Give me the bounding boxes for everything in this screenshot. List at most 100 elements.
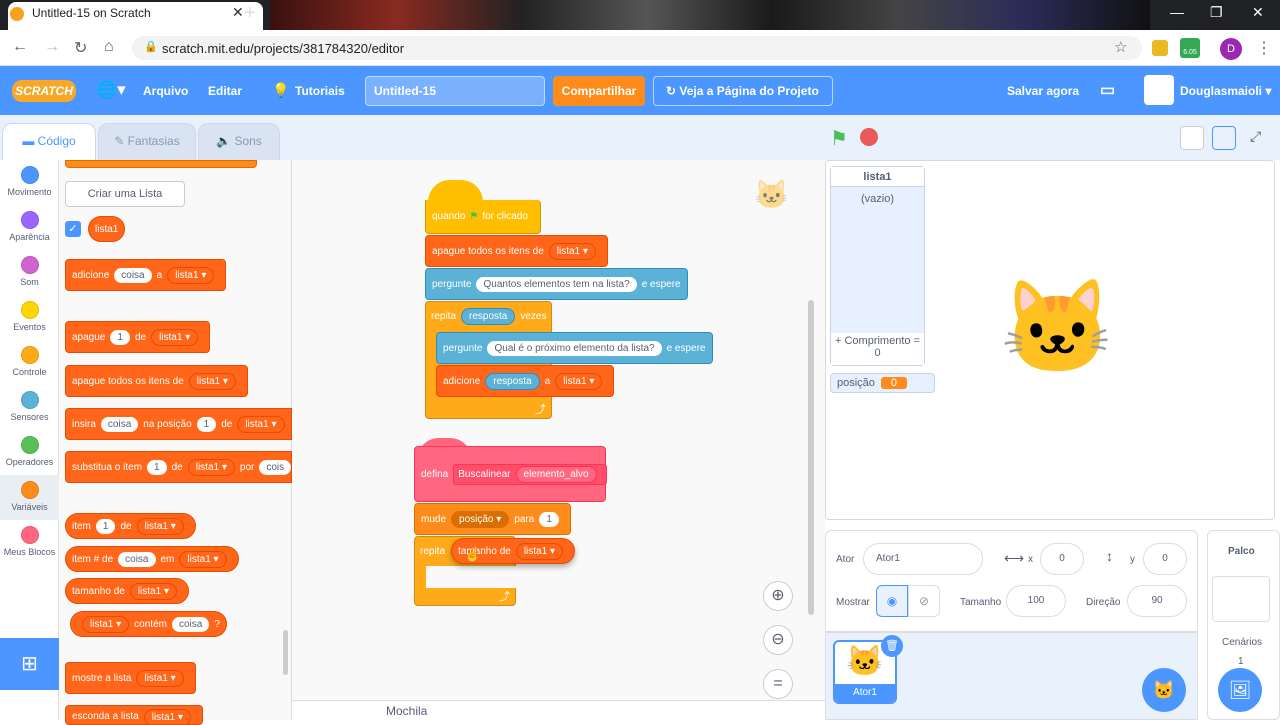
- insert-at-block[interactable]: insira coisa na posição 1 de lista1 ▾: [65, 408, 292, 440]
- stop-button[interactable]: [860, 128, 878, 146]
- size-input[interactable]: 100: [1006, 585, 1066, 617]
- bookmark-star-icon[interactable]: ☆: [1114, 38, 1127, 56]
- workspace-scrollbar[interactable]: [808, 300, 814, 615]
- zoom-in-button[interactable]: ⊕: [763, 581, 793, 611]
- add-sprite-button[interactable]: 🐱: [1142, 668, 1186, 712]
- define-block[interactable]: defina Buscalinear elemento_alvo: [414, 446, 607, 502]
- category-variáveis[interactable]: Variáveis: [0, 475, 59, 520]
- banner-image: [270, 0, 1150, 30]
- x-label: x: [1028, 554, 1033, 565]
- profile-avatar[interactable]: D: [1220, 38, 1242, 60]
- category-eventos[interactable]: Eventos: [0, 295, 59, 340]
- delete-all-block[interactable]: apague todos os itens de lista1 ▾: [65, 365, 248, 397]
- x-arrows-icon: ⟷: [1004, 550, 1025, 566]
- item-of-list-reporter[interactable]: item 1 de lista1 ▾: [65, 513, 196, 539]
- project-title-input[interactable]: Untitled-15: [365, 76, 545, 106]
- set-variable-block[interactable]: mude posição ▾ para 1: [414, 503, 571, 535]
- category-controle[interactable]: Controle: [0, 340, 59, 385]
- category-aparência[interactable]: Aparência: [0, 205, 59, 250]
- share-button[interactable]: Compartilhar: [553, 76, 645, 106]
- repeat-2-arrow-icon: ⤴: [499, 591, 510, 603]
- category-movimento[interactable]: Movimento: [0, 160, 59, 205]
- category-label: Variáveis: [11, 502, 48, 512]
- scratch-logo[interactable]: SCRATCH: [12, 80, 76, 102]
- small-stage-button[interactable]: [1180, 126, 1204, 150]
- see-project-label: Veja a Página do Projeto: [679, 84, 819, 98]
- tab-title: Untitled-15 on Scratch: [32, 6, 151, 20]
- list-reporter-block[interactable]: lista1: [88, 216, 126, 242]
- save-now-button[interactable]: Salvar agora: [1007, 84, 1079, 98]
- category-dot-icon: [20, 481, 39, 499]
- zoom-out-button[interactable]: ⊖: [763, 625, 793, 655]
- when-flag-clicked-block[interactable]: quando ⚑ for clicado: [425, 200, 541, 234]
- tutorials-button[interactable]: Tutoriais: [295, 84, 345, 98]
- add-extension-button[interactable]: ⊞: [0, 638, 59, 690]
- ask-and-wait-block[interactable]: pergunte Quantos elementos tem na lista? e…: [425, 268, 688, 300]
- add-backdrop-button[interactable]: 🖼: [1218, 668, 1262, 712]
- new-tab-icon[interactable]: +: [244, 2, 256, 25]
- file-menu[interactable]: Arquivo: [143, 84, 188, 98]
- list-empty-label: (vazio): [860, 193, 894, 205]
- tab-sounds[interactable]: 🔈 Sons: [198, 123, 280, 160]
- home-icon[interactable]: ⌂: [104, 38, 114, 56]
- category-dot-icon: [20, 256, 39, 274]
- tab-code[interactable]: ▬ Código: [2, 123, 96, 160]
- list-checkbox[interactable]: ✓: [65, 221, 81, 237]
- sprite-name-input[interactable]: Ator1: [863, 543, 983, 575]
- direction-input[interactable]: 90: [1127, 585, 1187, 617]
- minimize-icon[interactable]: —: [1170, 4, 1184, 20]
- delete-all-items-block[interactable]: apague todos os itens de lista1 ▾: [425, 235, 608, 267]
- length-of-list-reporter[interactable]: tamanho de lista1 ▾: [65, 578, 189, 604]
- username[interactable]: Douglasmaioli ▾: [1180, 84, 1271, 98]
- zoom-reset-button[interactable]: =: [763, 669, 793, 699]
- user-avatar[interactable]: [1144, 75, 1174, 105]
- maximize-icon[interactable]: ❐: [1210, 4, 1223, 21]
- y-arrows-icon: ↕: [1106, 548, 1113, 564]
- url-text: scratch.mit.edu/projects/381784320/edito…: [162, 41, 405, 56]
- show-list-block[interactable]: mostre a lista lista1 ▾: [65, 662, 196, 694]
- palette-scrollbar[interactable]: [283, 630, 288, 675]
- hide-list-block[interactable]: esconda a lista lista1 ▾: [65, 705, 203, 725]
- window-close-icon[interactable]: ✕: [1252, 4, 1264, 21]
- x-input[interactable]: 0: [1040, 543, 1084, 575]
- show-visible-eye-icon[interactable]: ◉: [876, 585, 908, 617]
- large-stage-button[interactable]: [1212, 126, 1236, 150]
- hide-eye-slash-icon[interactable]: ⊘: [908, 585, 940, 617]
- category-dot-icon: [20, 166, 39, 184]
- cat-sprite-icon[interactable]: 🐱: [1000, 282, 1115, 374]
- category-som[interactable]: Som: [0, 250, 59, 295]
- make-list-button[interactable]: Criar uma Lista: [65, 181, 185, 207]
- backpack-bar[interactable]: Mochila: [292, 700, 825, 720]
- fullscreen-icon[interactable]: ⤢: [1250, 128, 1261, 145]
- tab-close-icon[interactable]: ✕: [232, 4, 244, 21]
- stage-thumbnail[interactable]: [1212, 576, 1270, 622]
- extension-badge[interactable]: 6.05: [1180, 38, 1200, 58]
- add-to-list-block[interactable]: adicione coisa a lista1 ▾: [65, 259, 227, 291]
- list-contains-boolean[interactable]: lista1 ▾ contém coisa?: [70, 611, 227, 637]
- reload-icon[interactable]: ↻: [74, 38, 87, 58]
- y-input[interactable]: 0: [1143, 543, 1187, 575]
- replace-item-block[interactable]: substitua o item 1 de lista1 ▾ por cois: [65, 451, 292, 483]
- category-operadores[interactable]: Operadores: [0, 430, 59, 475]
- ask-next-element-block[interactable]: pergunte Qual é o próximo elemento da lis…: [436, 332, 713, 364]
- item-number-reporter[interactable]: item # de coisa em lista1 ▾: [65, 546, 239, 572]
- repeat-header: repita resposta vezes: [425, 301, 553, 331]
- category-meus-blocos[interactable]: Meus Blocos: [0, 520, 59, 565]
- delete-sprite-trash-icon[interactable]: 🗑: [881, 635, 903, 657]
- green-flag-button[interactable]: ⚑: [830, 126, 848, 151]
- extension-icon[interactable]: [1152, 40, 1168, 56]
- chrome-menu-icon[interactable]: ⋮: [1256, 38, 1272, 58]
- category-label: Som: [20, 277, 39, 287]
- back-icon[interactable]: ←: [12, 38, 28, 56]
- folder-icon[interactable]: ▭: [1100, 80, 1115, 100]
- add-answer-to-list-block[interactable]: adicione resposta a lista1 ▾: [436, 365, 615, 397]
- delete-item-block[interactable]: apague 1 de lista1 ▾: [65, 321, 211, 353]
- see-project-page-button[interactable]: ↻ Veja a Página do Projeto: [653, 76, 833, 106]
- stage-panel-title: Palco: [1228, 546, 1255, 557]
- forward-icon[interactable]: →: [44, 38, 60, 56]
- category-sensores[interactable]: Sensores: [0, 385, 59, 430]
- tab-costumes[interactable]: ✎ Fantasias: [98, 123, 196, 160]
- palette-block-partial[interactable]: [65, 160, 257, 168]
- edit-menu[interactable]: Editar: [208, 84, 242, 98]
- globe-icon[interactable]: 🌐▾: [96, 80, 126, 100]
